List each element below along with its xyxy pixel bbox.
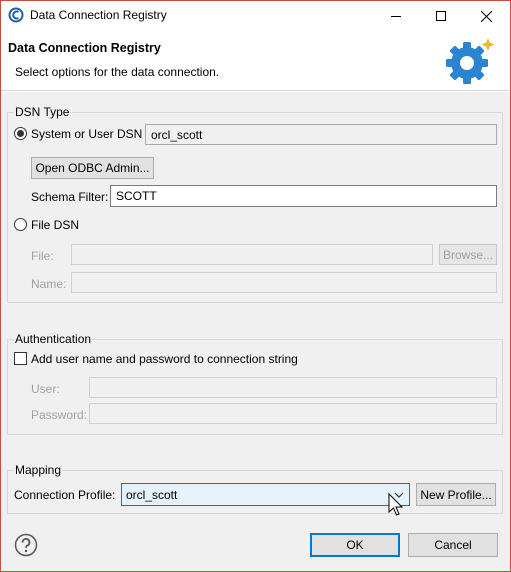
- schema-filter-input[interactable]: SCOTT: [110, 185, 497, 207]
- cancel-button[interactable]: Cancel: [408, 533, 498, 557]
- user-label: User:: [31, 382, 60, 396]
- minimize-button[interactable]: [373, 1, 418, 31]
- add-credentials-checkbox[interactable]: [14, 352, 27, 365]
- file-input[interactable]: [71, 244, 433, 265]
- system-user-dsn-radio[interactable]: [14, 127, 27, 140]
- minimize-icon: [390, 16, 401, 17]
- radio-selected-dot: [17, 130, 24, 137]
- help-icon: [14, 533, 38, 557]
- mouse-cursor-icon: [388, 493, 404, 516]
- authentication-group-label: Authentication: [14, 332, 93, 346]
- mapping-group-label: Mapping: [14, 463, 63, 477]
- window-title: Data Connection Registry: [30, 8, 167, 22]
- browse-button[interactable]: Browse...: [439, 244, 497, 265]
- file-label: File:: [31, 249, 54, 263]
- close-button[interactable]: [464, 1, 509, 31]
- connection-profile-value: orcl_scott: [126, 488, 178, 502]
- schema-filter-label: Schema Filter:: [31, 190, 109, 204]
- file-dsn-radio[interactable]: [14, 218, 27, 231]
- app-icon: [8, 7, 24, 23]
- user-input[interactable]: [89, 377, 497, 398]
- name-input[interactable]: [71, 272, 497, 293]
- header-subtitle: Select options for the data connection.: [15, 65, 220, 79]
- password-label: Password:: [31, 408, 88, 422]
- maximize-button[interactable]: [418, 1, 463, 31]
- connection-profile-select[interactable]: orcl_scott: [121, 483, 410, 506]
- open-odbc-admin-button[interactable]: Open ODBC Admin...: [31, 157, 154, 179]
- name-label: Name:: [31, 277, 67, 291]
- system-user-dsn-label[interactable]: System or User DSN: [31, 127, 142, 141]
- help-button[interactable]: [14, 533, 38, 557]
- close-icon: [481, 10, 492, 22]
- file-dsn-label[interactable]: File DSN: [31, 218, 79, 232]
- connection-profile-label: Connection Profile:: [14, 488, 116, 502]
- dialog-header: Data Connection Registry Select options …: [1, 31, 510, 91]
- ok-button[interactable]: OK: [310, 533, 400, 557]
- maximize-icon: [435, 11, 446, 21]
- password-input[interactable]: [89, 403, 497, 424]
- gear-sparkle-icon: [441, 36, 495, 86]
- header-title: Data Connection Registry: [8, 41, 161, 55]
- new-profile-button[interactable]: New Profile...: [416, 483, 496, 506]
- system-user-dsn-field[interactable]: orcl_scott: [145, 124, 497, 145]
- add-credentials-label[interactable]: Add user name and password to connection…: [31, 352, 298, 366]
- dsn-type-group-label: DSN Type: [14, 105, 71, 119]
